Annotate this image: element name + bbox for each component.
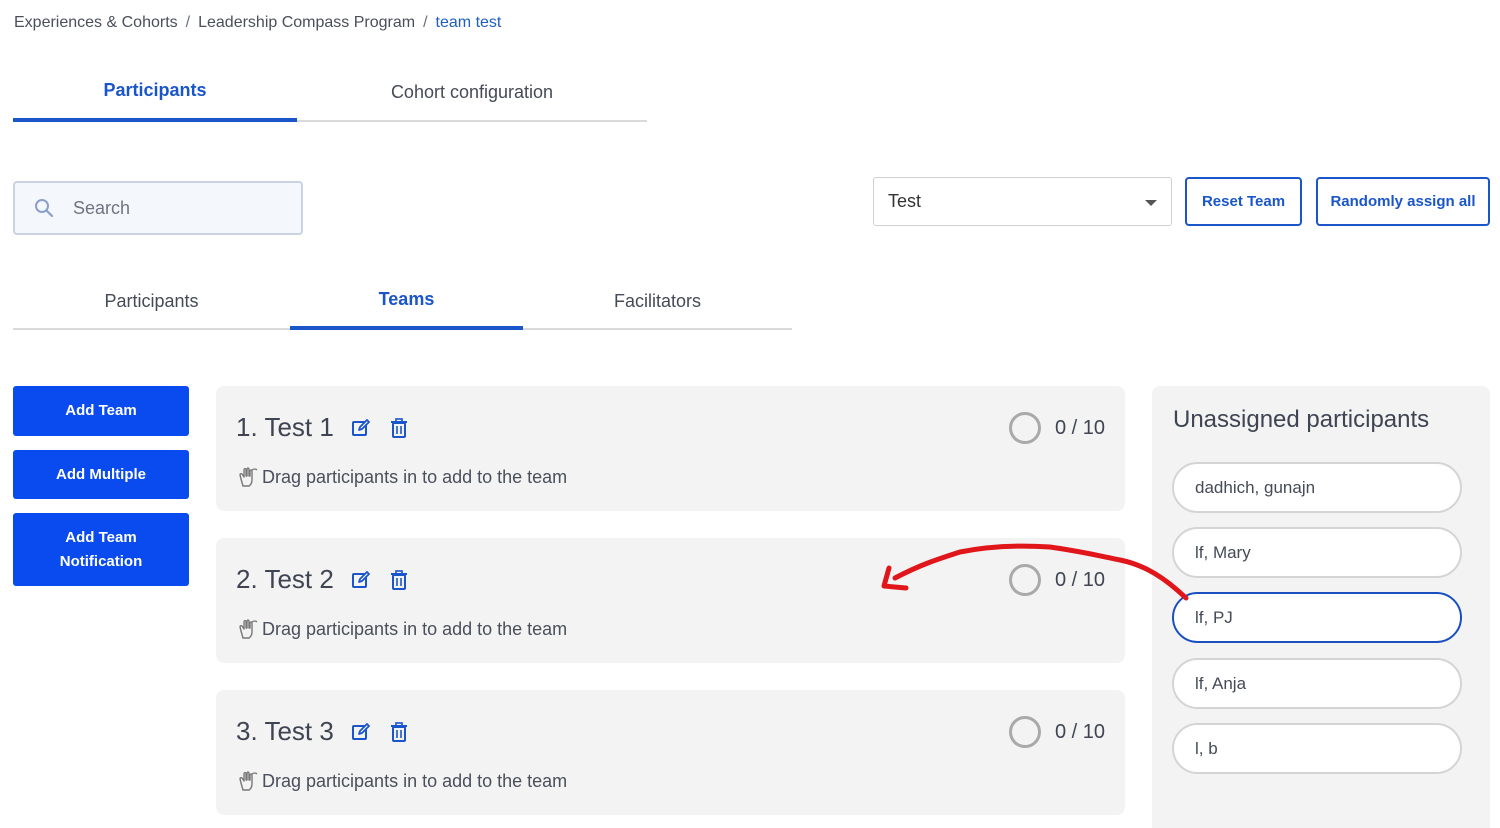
team-title-row: 2. Test 2 (236, 564, 426, 595)
drag-hint-text: Drag participants in to add to the team (262, 770, 568, 791)
unassigned-participants-panel: Unassigned participants dadhich, gunajn … (1152, 386, 1490, 828)
trash-icon[interactable] (388, 569, 410, 591)
team-name: 2. Test 2 (236, 564, 334, 594)
team-title-row: 3. Test 3 (236, 716, 426, 747)
drag-hint: Drag participants in to add to the team (236, 770, 567, 792)
reset-team-button[interactable]: Reset Team (1185, 177, 1302, 226)
capacity-ring-icon (1008, 716, 1041, 748)
capacity-ring-icon (1008, 412, 1041, 444)
team-card[interactable]: 2. Test 2 0 / 10 Drag participants in to… (216, 538, 1125, 663)
team-capacity-text: 0 / 10 (1054, 568, 1105, 591)
drag-hint-text: Drag participants in to add to the team (262, 618, 568, 639)
randomly-assign-all-button[interactable]: Randomly assign all (1316, 177, 1490, 226)
chevron-down-icon (1145, 200, 1157, 206)
team-card[interactable]: 1. Test 1 0 / 10 Drag participants in to… (216, 386, 1125, 511)
subtab-facilitators[interactable]: Facilitators (523, 272, 792, 330)
team-capacity: 0 / 10 (1008, 716, 1105, 748)
breadcrumb-current: team test (435, 14, 502, 31)
team-capacity-text: 0 / 10 (1054, 720, 1105, 743)
team-capacity: 0 / 10 (1008, 564, 1105, 596)
capacity-ring-icon (1008, 564, 1041, 596)
drag-hand-icon (236, 618, 258, 640)
team-name: 1. Test 1 (236, 412, 334, 442)
drag-hand-icon (236, 770, 258, 792)
subtab-teams[interactable]: Teams (290, 272, 523, 330)
top-tabs: Participants Cohort configuration (13, 62, 647, 122)
trash-icon[interactable] (388, 417, 410, 439)
add-multiple-button[interactable]: Add Multiple (13, 450, 189, 499)
team-card[interactable]: 3. Test 3 0 / 10 Drag participants in to… (216, 690, 1125, 815)
search-input[interactable] (73, 197, 283, 219)
tab-cohort-configuration[interactable]: Cohort configuration (297, 62, 647, 122)
breadcrumb-separator: / (423, 14, 428, 31)
edit-icon[interactable] (350, 721, 372, 743)
breadcrumb: Experiences & Cohorts / Leadership Compa… (14, 14, 501, 32)
search-box (13, 181, 303, 235)
breadcrumb-leadership-compass-program[interactable]: Leadership Compass Program (198, 14, 415, 32)
drag-hint-text: Drag participants in to add to the team (262, 466, 568, 487)
breadcrumb-experiences-cohorts[interactable]: Experiences & Cohorts (14, 14, 178, 32)
search-icon (15, 198, 73, 218)
team-set-select-value: Test (888, 191, 922, 211)
add-team-button[interactable]: Add Team (13, 386, 189, 436)
participant-chip[interactable]: l, b (1172, 723, 1462, 774)
team-capacity: 0 / 10 (1008, 412, 1105, 444)
drag-hand-icon (236, 466, 258, 488)
participant-chip[interactable]: lf, Anja (1172, 658, 1462, 709)
unassigned-title: Unassigned participants (1173, 406, 1430, 433)
breadcrumb-separator: / (185, 14, 191, 31)
trash-icon[interactable] (388, 721, 410, 743)
participant-chip[interactable]: lf, Mary (1172, 527, 1462, 578)
sub-tabs: Participants Teams Facilitators (13, 272, 792, 330)
subtab-participants[interactable]: Participants (13, 272, 290, 330)
edit-icon[interactable] (350, 417, 372, 439)
team-name: 3. Test 3 (236, 716, 334, 746)
team-title-row: 1. Test 1 (236, 412, 426, 443)
team-set-select[interactable]: Test (873, 177, 1172, 226)
drag-hint: Drag participants in to add to the team (236, 466, 567, 488)
tab-participants[interactable]: Participants (13, 62, 297, 122)
participant-chip[interactable]: dadhich, gunajn (1172, 462, 1462, 513)
add-team-notification-button[interactable]: Add Team Notification (13, 513, 189, 586)
edit-icon[interactable] (350, 569, 372, 591)
participant-chip-selected[interactable]: lf, PJ (1172, 592, 1462, 643)
drag-hint: Drag participants in to add to the team (236, 618, 567, 640)
team-capacity-text: 0 / 10 (1054, 416, 1105, 439)
